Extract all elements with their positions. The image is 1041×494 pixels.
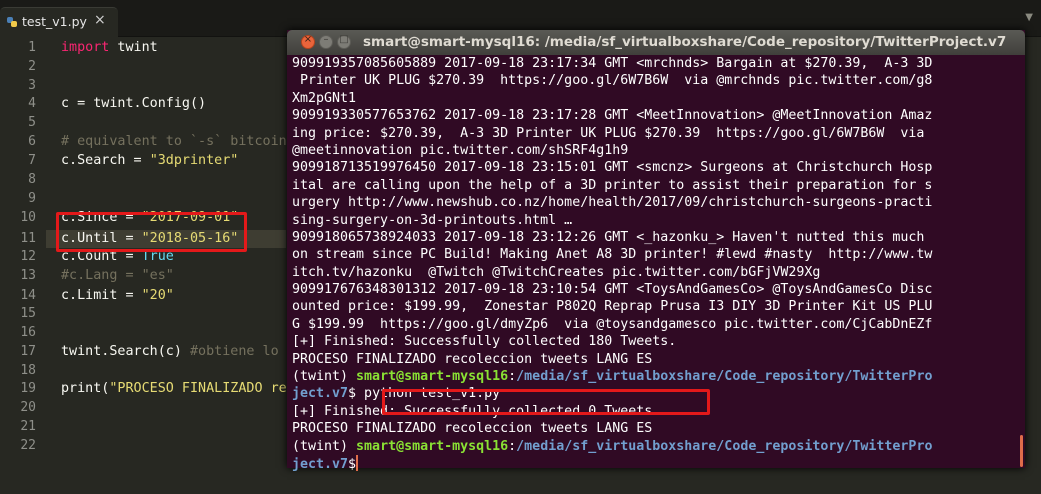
line-number: 17 [20, 344, 36, 359]
terminal-output-line: 909919357085605889 2017-09-18 23:17:34 G… [292, 56, 933, 71]
line-number: 4 [28, 96, 36, 111]
line-number: 14 [20, 288, 36, 303]
code-line-14: c.Limit = "20" [61, 288, 174, 303]
terminal-output-line: PROCESO FINALIZADO recoleccion tweets LA… [292, 351, 653, 367]
terminal-output-line: ing price: $270.39, A-3 3D Printer UK PL… [292, 125, 925, 141]
line-number: 13 [20, 268, 36, 283]
line-number: 11 [20, 231, 36, 246]
line-number: 22 [20, 438, 36, 453]
line-number-gutter: 1 2 3 4 5 6 7 8 9 10 11 12 13 14 15 16 17 18 19 20 21 22 [0, 37, 46, 494]
terminal-output-line: G $199.99 https://goo.gl/dmyZp6 via @toy… [292, 316, 933, 332]
maximize-icon: □ [339, 34, 349, 45]
terminal-active-prompt-line: ject.v7$ [292, 454, 359, 472]
terminal-output-line: 909917676348301312 2017-09-18 23:10:54 G… [292, 282, 933, 298]
terminal-cursor [356, 454, 359, 471]
code-line-13: #c.Lang = "es" [61, 268, 174, 283]
code-line-7: c.Search = "3dprinter" [61, 153, 239, 168]
terminal-output-line: @meetinnovation pic.twitter.com/shSRF4g1… [292, 142, 629, 158]
tab-title: test_v1.py [22, 14, 87, 29]
tab-close-icon[interactable]: × [94, 12, 106, 28]
terminal-output-line: ounted price: $199.99, Zonestar P802Q Re… [292, 299, 933, 315]
line-number: 19 [20, 381, 36, 396]
terminal-output-line: Printer UK PLUG $270.39 https://goo.gl/6… [292, 73, 933, 89]
terminal-output-line: itch.tv/hazonku @Twitch @TwitchCreates p… [292, 264, 821, 280]
terminal-output-line: urgery http://www.newshub.co.nz/home/hea… [292, 195, 933, 211]
tab-test-v1[interactable]: test_v1.py × [0, 7, 118, 37]
line-number: 9 [28, 191, 36, 206]
terminal-window[interactable]: × – □ smart@smart-mysql16: /media/sf_vir… [287, 30, 1025, 472]
date-range-highlight-box [56, 212, 247, 252]
line-number: 18 [20, 363, 36, 378]
terminal-output-line: on stream since PC Build! Making Anet A8… [292, 247, 933, 263]
terminal-prompt-line: (twint) smart@smart-mysql16:/media/sf_vi… [292, 369, 933, 385]
line-number: 8 [28, 172, 36, 187]
python-file-icon [7, 17, 17, 27]
line-number: 5 [28, 115, 36, 130]
line-number: 16 [20, 325, 36, 340]
terminal-output-line: 909919330577653762 2017-09-18 23:17:28 G… [292, 108, 933, 124]
close-icon: × [303, 34, 313, 45]
code-line-6: # equivalent to `-s` bitcoin [61, 134, 287, 149]
terminal-output-line: PROCESO FINALIZADO recoleccion tweets LA… [292, 421, 653, 437]
terminal-output-line: ital are calling upon the help of a 3D p… [292, 177, 933, 193]
terminal-titlebar[interactable]: × – □ smart@smart-mysql16: /media/sf_vir… [287, 30, 1025, 55]
terminal-output-line: 909918065738924033 2017-09-18 23:12:26 G… [292, 229, 925, 245]
code-line-1: import twint [61, 40, 158, 55]
maximize-window-button[interactable]: □ [337, 34, 351, 49]
minimize-icon: – [323, 34, 329, 45]
line-number: 1 [28, 40, 36, 55]
line-number: 6 [28, 134, 36, 149]
code-line-4: c = twint.Config() [61, 96, 207, 111]
code-line-19: print("PROCESO FINALIZADO re [61, 381, 287, 396]
terminal-prompt-line: (twint) smart@smart-mysql16:/media/sf_vi… [292, 438, 933, 454]
close-window-button[interactable]: × [301, 34, 315, 49]
tab-dropdown-icon[interactable]: ▼ [1025, 12, 1033, 23]
line-number: 20 [20, 400, 36, 415]
terminal-output-line: [+] Finished: Successfully collected 180… [292, 334, 677, 350]
line-number: 15 [20, 306, 36, 321]
terminal-output-line: 909918713519976450 2017-09-18 23:15:01 G… [292, 160, 933, 176]
line-number: 12 [20, 249, 36, 264]
line-number: 3 [28, 78, 36, 93]
line-number: 21 [20, 419, 36, 434]
terminal-output-line: sing-surgery-on-3d-printouts.html … [292, 212, 573, 228]
line-number: 7 [28, 153, 36, 168]
line-number: 2 [28, 59, 36, 74]
terminal-title: smart@smart-mysql16: /media/sf_virtualbo… [363, 34, 1007, 50]
line-number: 10 [20, 210, 36, 225]
terminal-scrollbar[interactable] [1020, 435, 1023, 467]
terminal-output-line: Xm2pGNt1 [292, 90, 357, 106]
zero-tweets-highlight-box [382, 389, 710, 415]
minimize-window-button[interactable]: – [319, 34, 333, 49]
code-line-17: twint.Search(c) #obtiene lo [61, 344, 279, 359]
